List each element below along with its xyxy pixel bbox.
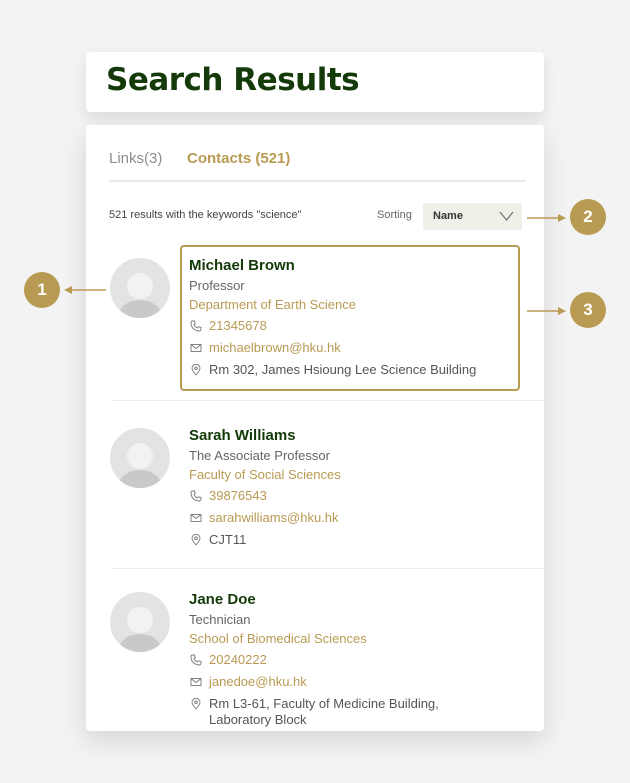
- tab-links[interactable]: Links(3): [109, 150, 162, 167]
- phone-icon: [190, 490, 202, 502]
- contact-address: Rm 302, James Hsioung Lee Science Buildi…: [189, 362, 511, 378]
- contact-department[interactable]: Department of Earth Science: [189, 297, 511, 312]
- contact-name: Michael Brown: [189, 257, 295, 274]
- contact-phone[interactable]: 20240222: [189, 652, 511, 668]
- mail-icon: [190, 514, 202, 522]
- contact-card-selected[interactable]: Michael Brown Professor Department of Ea…: [180, 245, 520, 391]
- contact-email[interactable]: janedoe@hku.hk: [189, 674, 511, 690]
- phone-icon: [190, 320, 202, 332]
- avatar: [110, 428, 170, 488]
- location-pin-icon: [191, 364, 201, 376]
- contact-address: Rm L3-61, Faculty of Medicine Building, …: [189, 696, 469, 728]
- chevron-down-icon: [499, 211, 514, 221]
- page-title: Search Results: [106, 62, 360, 98]
- tab-contacts[interactable]: Contacts (521): [187, 150, 290, 167]
- avatar: [110, 258, 170, 318]
- annotation-marker-1: 1: [24, 272, 60, 308]
- results-panel: Links(3) Contacts (521) 521 results with…: [86, 125, 544, 731]
- contact-phone[interactable]: 21345678: [189, 318, 511, 334]
- contact-email[interactable]: sarahwilliams@hku.hk: [189, 510, 511, 526]
- contact-address: CJT11: [189, 532, 511, 548]
- annotation-marker-3: 3: [570, 292, 606, 328]
- contact-name: Sarah Williams: [189, 427, 296, 444]
- sort-dropdown[interactable]: Name: [423, 203, 522, 230]
- annotation-arrow-3: [527, 307, 566, 315]
- contact-department[interactable]: Faculty of Social Sciences: [189, 467, 511, 482]
- contact-position: Technician: [189, 612, 251, 627]
- divider: [111, 568, 544, 569]
- location-pin-icon: [191, 698, 201, 710]
- contact-card[interactable]: Sarah Williams The Associate Professor F…: [180, 415, 520, 561]
- annotation-arrow-2: [527, 214, 566, 222]
- sorting-label: Sorting: [377, 209, 412, 221]
- contact-name: Jane Doe: [189, 591, 256, 608]
- contact-card[interactable]: Jane Doe Technician School of Biomedical…: [180, 579, 520, 728]
- tab-bar: Links(3) Contacts (521): [109, 150, 526, 182]
- annotation-marker-2: 2: [570, 199, 606, 235]
- results-summary: 521 results with the keywords "science": [109, 209, 302, 221]
- phone-icon: [190, 654, 202, 666]
- mail-icon: [190, 344, 202, 352]
- sort-value: Name: [433, 210, 463, 222]
- contact-phone[interactable]: 39876543: [189, 488, 511, 504]
- contact-department[interactable]: School of Biomedical Sciences: [189, 631, 511, 646]
- divider: [111, 400, 544, 401]
- annotation-arrow-1: [64, 286, 106, 294]
- contact-position: Professor: [189, 278, 245, 293]
- contact-position: The Associate Professor: [189, 448, 330, 463]
- mail-icon: [190, 678, 202, 686]
- location-pin-icon: [191, 534, 201, 546]
- avatar: [110, 592, 170, 652]
- title-card: Search Results: [86, 52, 544, 112]
- contact-email[interactable]: michaelbrown@hku.hk: [189, 340, 511, 356]
